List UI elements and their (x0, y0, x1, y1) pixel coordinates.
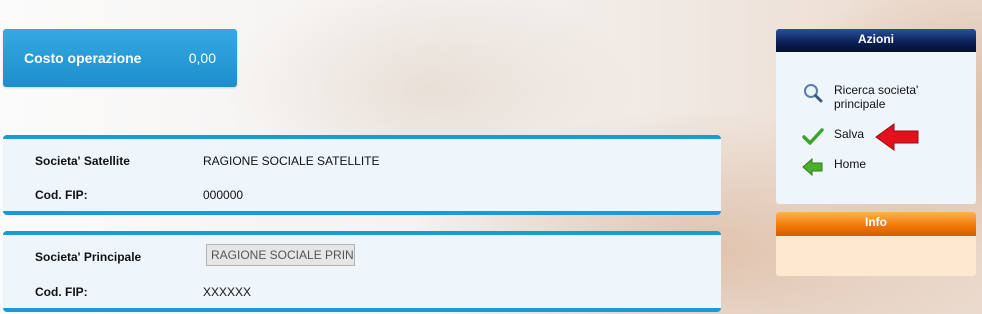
operation-cost-label: Costo operazione (24, 50, 142, 66)
actions-title: Azioni (776, 29, 976, 52)
magnifier-icon (802, 83, 824, 103)
home-action[interactable]: Home (802, 157, 944, 177)
principal-society-panel: Societa' Principale RAGIONE SOCIALE PRIN… (3, 231, 721, 312)
info-title: Info (776, 212, 976, 236)
operation-cost-box: Costo operazione 0,00 (3, 29, 237, 87)
home-label[interactable]: Home (834, 157, 944, 171)
search-principal-society-label[interactable]: Ricerca societa' principale (834, 83, 944, 111)
satellite-fip-label: Cod. FIP: (35, 188, 88, 202)
principal-fip-value: XXXXXX (203, 285, 252, 299)
satellite-society-label: Societa' Satellite (35, 154, 130, 168)
satellite-society-value: RAGIONE SOCIALE SATELLITE (203, 154, 380, 168)
checkmark-icon (802, 127, 824, 147)
principal-society-field[interactable]: RAGIONE SOCIALE PRIN (206, 244, 355, 266)
principal-fip-label: Cod. FIP: (35, 285, 88, 299)
red-pointer-arrow-icon (874, 121, 922, 158)
operation-cost-value: 0,00 (188, 50, 216, 66)
principal-society-label: Societa' Principale (35, 250, 142, 264)
info-panel: Info (776, 212, 976, 276)
save-action[interactable]: Salva (802, 127, 944, 147)
search-principal-society-action[interactable]: Ricerca societa' principale (802, 83, 944, 111)
arrow-left-icon (802, 157, 824, 177)
satellite-society-panel: Societa' Satellite RAGIONE SOCIALE SATEL… (3, 135, 721, 215)
actions-panel: Azioni Ricerca societa' principale Salva… (776, 29, 976, 204)
satellite-fip-value: 000000 (203, 188, 244, 202)
